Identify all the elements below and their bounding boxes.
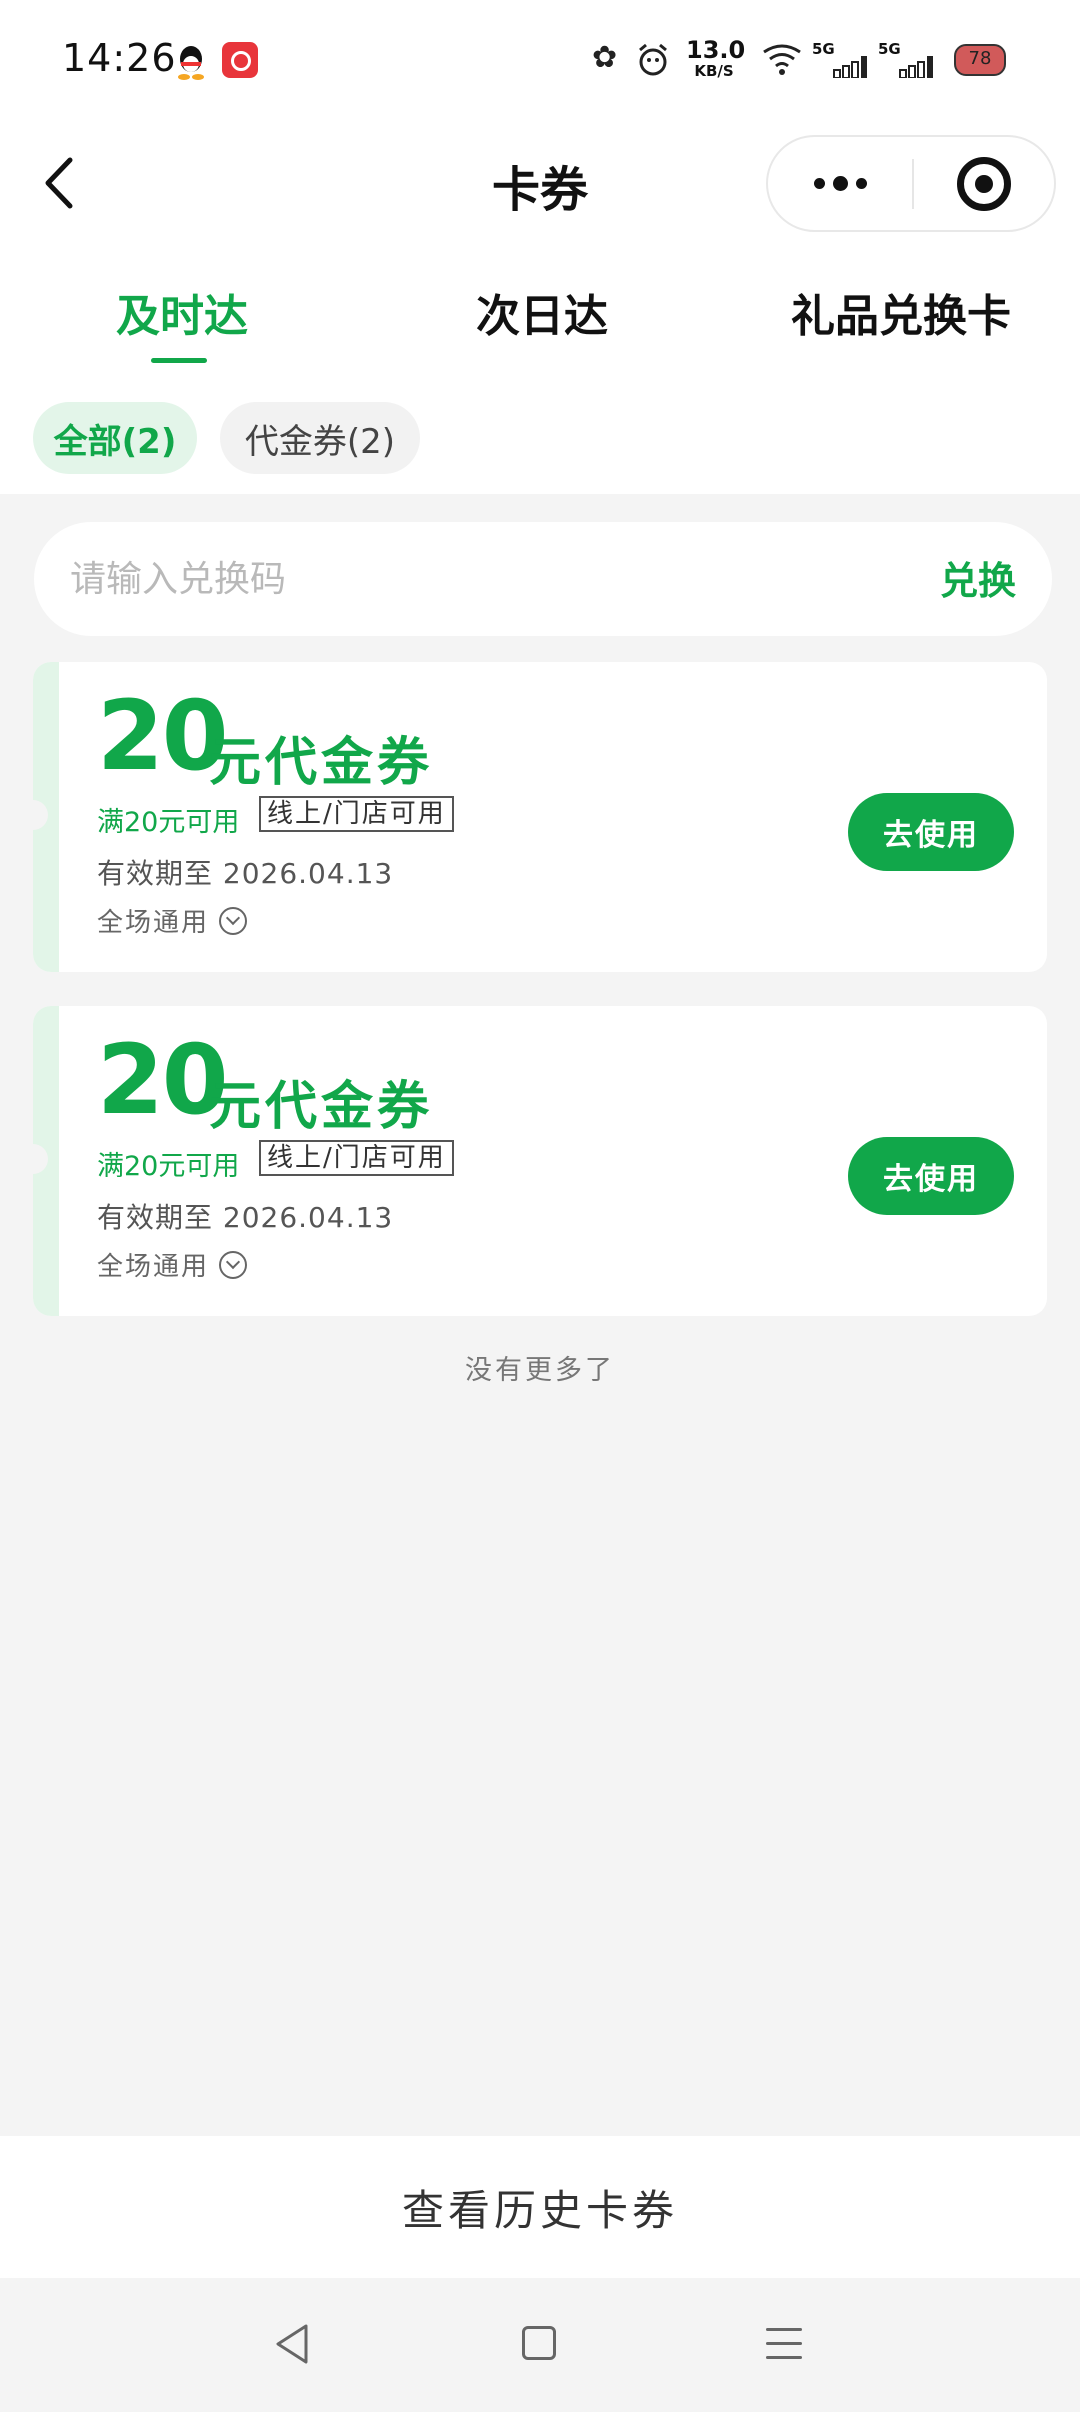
coupon-condition: 满20元可用	[97, 807, 240, 838]
signal-2-bars-icon	[899, 56, 933, 78]
coupon-scope-toggle[interactable]: 全场通用	[97, 902, 248, 939]
system-nav-bar	[0, 2278, 1080, 2412]
filter-voucher[interactable]: 代金券(2)	[220, 402, 420, 474]
list-end-text: 没有更多了	[465, 1355, 615, 1386]
use-coupon-button[interactable]: 去使用	[848, 793, 1014, 871]
netease-music-icon	[222, 42, 258, 78]
battery-icon: 78	[954, 44, 1006, 76]
more-dot-icon	[813, 178, 825, 189]
history-coupons-label: 查看历史卡券	[401, 2185, 678, 2235]
tab-gift-card[interactable]: 礼品兑换卡	[786, 280, 1016, 344]
redeem-code-input[interactable]	[70, 544, 870, 614]
wifi-icon	[763, 44, 801, 75]
coupon-scope-label: 全场通用	[97, 908, 210, 938]
coupon-expiry: 有效期至 2026.04.13	[97, 1201, 394, 1234]
close-miniprogram-button[interactable]	[914, 137, 1054, 230]
coupon-amount: 20	[97, 1024, 229, 1136]
signal-1: 5G	[812, 40, 874, 80]
chevron-down-icon	[219, 906, 248, 935]
coupon-card: 20 元代金券 满20元可用 线上/门店可用 有效期至 2026.04.13 全…	[33, 1006, 1047, 1316]
alarm-icon	[639, 43, 667, 76]
qq-icon	[178, 46, 204, 80]
bluetooth-icon: ✿	[592, 40, 618, 75]
miniprogram-capsule	[766, 135, 1056, 232]
coupon-scope-label: 全场通用	[97, 1252, 210, 1282]
nav-recents-icon[interactable]	[766, 2328, 802, 2362]
coupon-channel-tag: 线上/门店可用	[259, 796, 454, 832]
status-bar: 14:26 ✿ 13.0 KB/S 5G 5G 78	[0, 0, 1080, 120]
status-time: 14:26	[62, 36, 177, 80]
network-speed-unit: KB/S	[694, 62, 734, 80]
chevron-down-icon	[219, 1250, 248, 1279]
use-coupon-button[interactable]: 去使用	[848, 1137, 1014, 1215]
redeem-button[interactable]: 兑换	[940, 550, 1016, 605]
filter-all[interactable]: 全部(2)	[33, 402, 197, 474]
tab-next-day[interactable]: 次日达	[472, 280, 612, 344]
redeem-bar: 兑换	[34, 522, 1052, 636]
coupon-scope-toggle[interactable]: 全场通用	[97, 1246, 248, 1283]
coupon-name: 元代金券	[209, 733, 434, 793]
history-coupons-button[interactable]: 查看历史卡券	[0, 2136, 1080, 2278]
coupon-channel-tag: 线上/门店可用	[259, 1140, 454, 1176]
nav-back-icon[interactable]	[272, 2322, 312, 2366]
tab-active-indicator	[151, 358, 207, 363]
target-icon	[957, 156, 1011, 211]
nav-home-icon[interactable]	[522, 2326, 556, 2360]
signal-2: 5G	[878, 40, 940, 80]
coupon-expiry: 有效期至 2026.04.13	[97, 857, 394, 890]
coupon-condition: 满20元可用	[97, 1151, 240, 1182]
battery-level: 78	[968, 48, 992, 69]
more-dot-icon	[832, 176, 848, 191]
coupon-card: 20 元代金券 满20元可用 线上/门店可用 有效期至 2026.04.13 全…	[33, 662, 1047, 972]
coupon-amount: 20	[97, 680, 229, 792]
more-dot-icon	[855, 178, 867, 189]
network-speed-value: 13.0	[686, 36, 746, 64]
page-title: 卡券	[491, 162, 588, 218]
network-speed: 13.0 KB/S	[686, 36, 746, 80]
tab-instant[interactable]: 及时达	[112, 280, 252, 344]
signal-1-bars-icon	[833, 56, 867, 78]
back-button[interactable]	[36, 150, 84, 216]
coupon-name: 元代金券	[209, 1077, 434, 1137]
more-button[interactable]	[768, 137, 912, 230]
